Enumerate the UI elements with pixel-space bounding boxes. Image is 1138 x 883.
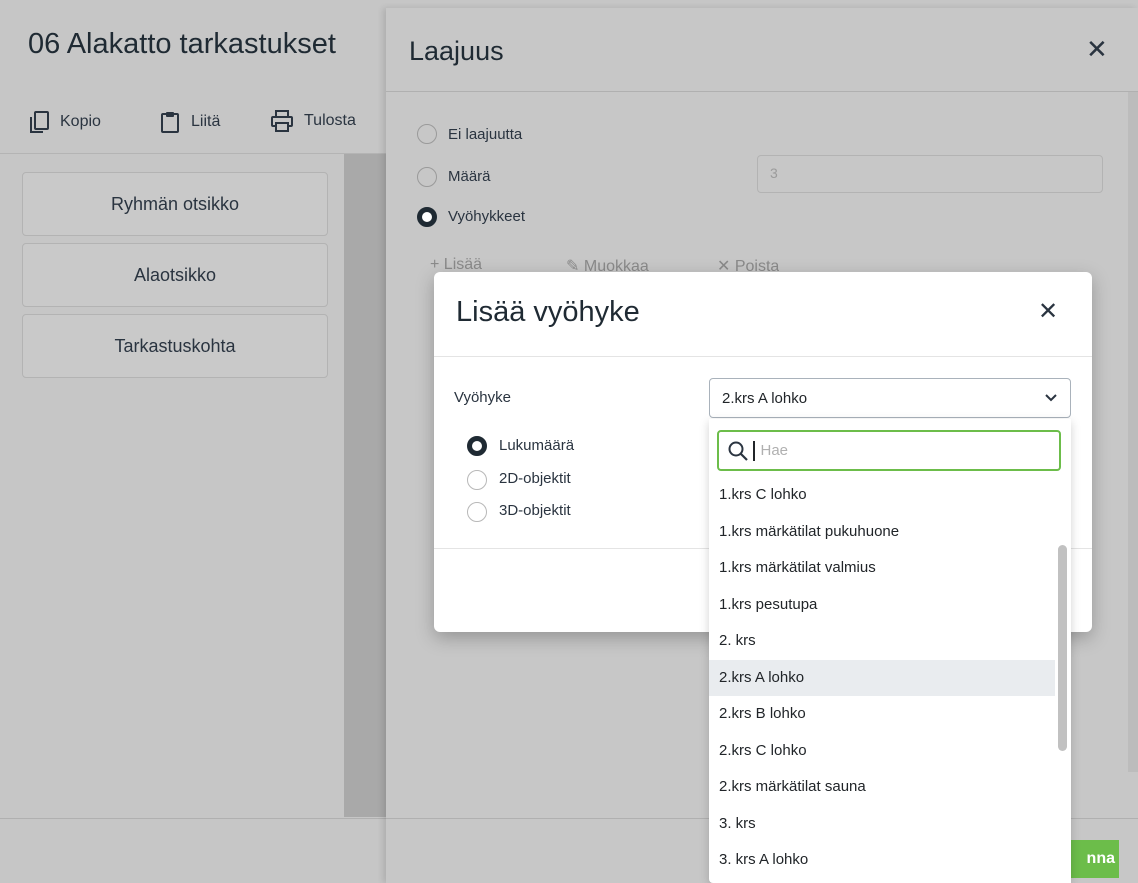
zone-options-list: 1.krs C lohko 1.krs märkätilat pukuhuone… [709,477,1055,883]
chevron-down-icon [1045,394,1057,402]
card-label: Alaotsikko [133,264,217,285]
card-group-title[interactable]: Ryhmän otsikko [22,172,328,236]
card-subtitle[interactable]: Alaotsikko [22,243,328,307]
radio-quantity[interactable] [417,167,437,187]
edit-zone-button[interactable]: ✎ Muokkaa [566,256,649,272]
card-label: Tarkastuskohta [114,335,236,356]
zone-select[interactable]: 2.krs A lohko [709,378,1071,418]
panel-scrollbar[interactable] [1128,92,1138,772]
radio-label: Ei laajuutta [448,126,523,143]
search-input[interactable] [758,441,1043,460]
clipboard-icon [161,112,179,133]
divider [0,153,386,154]
divider [0,818,386,819]
close-icon: ✕ [717,258,735,272]
radio-label: 2D-objektit [499,470,571,487]
list-item[interactable]: 3. krs A lohko [709,842,1055,879]
radio-label: Vyöhykkeet [448,208,525,225]
quantity-input[interactable]: 3 [757,155,1103,193]
radio-zones[interactable] [417,207,437,227]
add-label: Lisää [443,256,483,272]
divider [434,356,1092,357]
dropdown-search[interactable] [717,430,1061,471]
list-item[interactable]: 3. krs [709,806,1055,843]
print-button[interactable]: Tulosta [270,110,356,132]
list-item[interactable]: 2. krs [709,623,1055,660]
delete-zone-button[interactable]: ✕ Poista [717,256,779,272]
save-label: nna [1086,850,1115,867]
radio-no-scope[interactable] [417,124,437,144]
card-label: Ryhmän otsikko [110,193,240,214]
search-icon [728,441,748,461]
list-item[interactable]: 1.krs märkätilat pukuhuone [709,514,1055,551]
printer-icon [271,110,293,132]
copy-button[interactable]: Kopio [28,110,101,134]
paste-label: Liitä [191,113,221,130]
divider [386,91,1138,92]
radio-count[interactable] [467,436,487,456]
list-item[interactable]: 2.krs C lohko [709,733,1055,770]
add-zone-button[interactable]: + Lisää [430,256,482,272]
list-item[interactable]: 1.krs pesutupa [709,587,1055,624]
plus-icon: + [430,256,444,272]
print-label: Tulosta [304,112,356,129]
radio-2d-objects[interactable] [467,470,487,490]
text-caret [753,440,755,461]
list-item[interactable]: 1.krs märkätilat valmius [709,550,1055,587]
edit-label: Muokkaa [583,258,649,272]
zone-select-value: 2.krs A lohko [722,389,808,407]
radio-label: Lukumäärä [499,437,575,454]
paste-button[interactable]: Liitä [159,110,220,134]
radio-label: 3D-objektit [499,502,571,519]
radio-3d-objects[interactable] [467,502,487,522]
copy-label: Kopio [60,113,101,130]
page-title: 06 Alakatto tarkastukset [28,28,336,60]
pencil-icon: ✎ [566,258,584,272]
radio-label: Määrä [448,168,491,185]
card-inspection-item[interactable]: Tarkastuskohta [22,314,328,378]
list-item[interactable]: 2.krs märkätilat sauna [709,769,1055,806]
modal-close-icon[interactable]: ✕ [1038,300,1058,324]
page-side-strip [344,154,386,817]
delete-label: Poista [734,258,780,272]
save-button[interactable]: nna [1063,840,1119,878]
modal-title: Lisää vyöhyke [456,296,640,328]
panel-close-icon[interactable]: ✕ [1086,36,1108,62]
copy-icon [30,111,49,133]
zone-field-label: Vyöhyke [454,389,511,406]
list-item-highlighted[interactable]: 2.krs A lohko [709,659,1055,696]
panel-title: Laajuus [409,36,504,66]
dropdown-scrollbar-thumb[interactable] [1058,545,1067,751]
list-item[interactable]: 1.krs C lohko [709,477,1055,514]
list-item[interactable]: 2.krs B lohko [709,696,1055,733]
